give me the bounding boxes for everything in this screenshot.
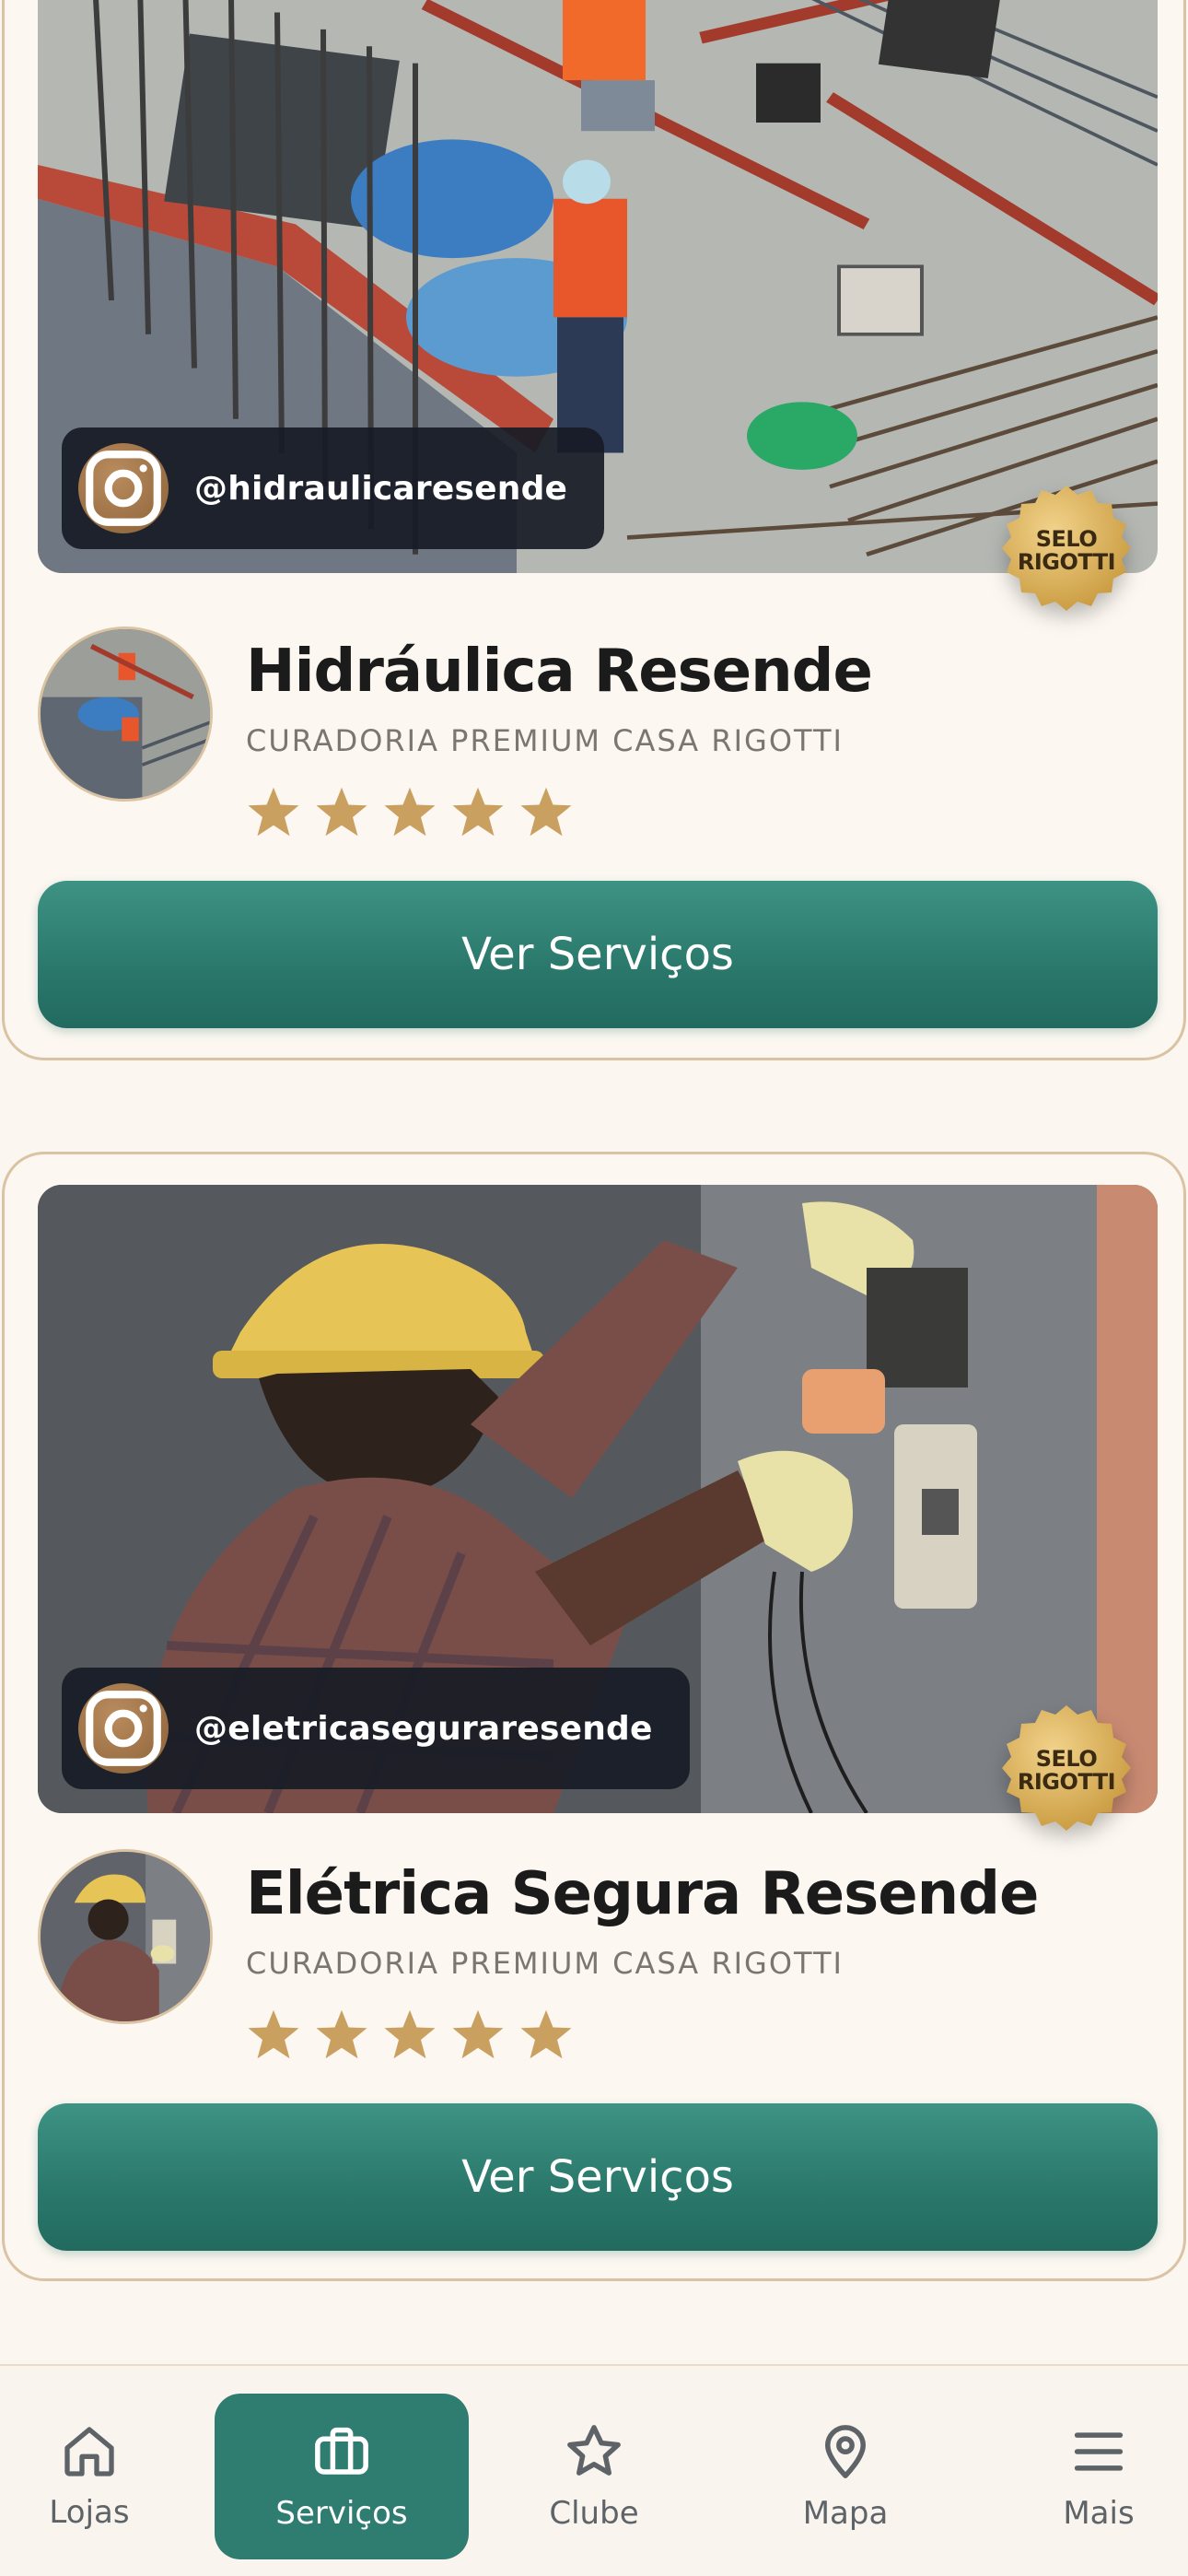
provider-subtitle: CURADORIA PREMIUM CASA RIGOTTI xyxy=(246,723,844,758)
star-icon xyxy=(316,787,367,837)
star-icon xyxy=(316,2009,367,2059)
ver-servicos-button[interactable]: Ver Serviços xyxy=(38,881,1158,1028)
nav-item-lojas[interactable]: Lojas xyxy=(0,2394,216,2559)
map-pin-icon xyxy=(825,2425,866,2478)
seal-line1: SELO xyxy=(1035,1746,1098,1772)
instagram-badge[interactable]: @hidraulicaresende xyxy=(62,427,605,549)
provider-name: Elétrica Segura Resende xyxy=(246,1860,1039,1928)
ver-servicos-button[interactable]: Ver Serviços xyxy=(38,2103,1158,2251)
star-icon xyxy=(384,2009,436,2059)
star-icon xyxy=(520,787,572,837)
instagram-handle: @hidraulicaresende xyxy=(194,469,568,508)
provider-name: Hidráulica Resende xyxy=(246,638,873,706)
instagram-icon xyxy=(78,443,169,533)
nav-label: Lojas xyxy=(49,2494,130,2531)
menu-icon xyxy=(1074,2432,1124,2471)
seal-line2: RIGOTTI xyxy=(1017,549,1116,575)
services-screen: @hidraulicaresende SELO RIGOTTI Hidráuli… xyxy=(0,0,1188,2576)
service-photo-construction: @hidraulicaresende xyxy=(38,0,1158,573)
nav-item-mapa[interactable]: Mapa xyxy=(718,2394,973,2559)
provider-avatar xyxy=(38,626,213,802)
star-icon xyxy=(384,787,436,837)
instagram-handle: @eletricaseguraresende xyxy=(194,1709,653,1748)
nav-label: Mapa xyxy=(802,2495,889,2532)
selo-rigotti-seal: SELO RIGOTTI xyxy=(999,484,1134,618)
nav-label: Mais xyxy=(1063,2495,1135,2532)
seal-line1: SELO xyxy=(1035,526,1098,552)
instagram-icon xyxy=(78,1683,169,1774)
rating-stars xyxy=(246,2008,574,2061)
service-photo-electrician: @eletricaseguraresende xyxy=(38,1185,1158,1813)
star-icon xyxy=(567,2425,621,2476)
star-icon xyxy=(452,787,504,837)
rating-stars xyxy=(246,785,574,838)
nav-item-servicos[interactable]: Serviços xyxy=(215,2394,469,2559)
seal-line2: RIGOTTI xyxy=(1017,1769,1116,1795)
provider-avatar xyxy=(38,1849,213,2024)
star-icon xyxy=(452,2009,504,2059)
nav-label: Serviços xyxy=(275,2495,408,2532)
briefcase-icon xyxy=(315,2427,368,2475)
instagram-badge[interactable]: @eletricaseguraresende xyxy=(62,1668,690,1789)
star-icon xyxy=(248,2009,299,2059)
home-icon xyxy=(64,2427,114,2476)
bottom-nav: Lojas Serviços Clube Mapa Mais xyxy=(0,2364,1188,2576)
star-icon xyxy=(520,2009,572,2059)
nav-item-clube[interactable]: Clube xyxy=(467,2394,721,2559)
service-card: @hidraulicaresende SELO RIGOTTI Hidráuli… xyxy=(2,0,1186,1060)
selo-rigotti-seal: SELO RIGOTTI xyxy=(999,1704,1134,1838)
nav-item-mais[interactable]: Mais xyxy=(972,2394,1188,2559)
service-card: @eletricaseguraresende SELO RIGOTTI Elét… xyxy=(2,1152,1186,2281)
nav-label: Clube xyxy=(549,2495,639,2532)
star-icon xyxy=(248,787,299,837)
provider-subtitle: CURADORIA PREMIUM CASA RIGOTTI xyxy=(246,1946,844,1981)
